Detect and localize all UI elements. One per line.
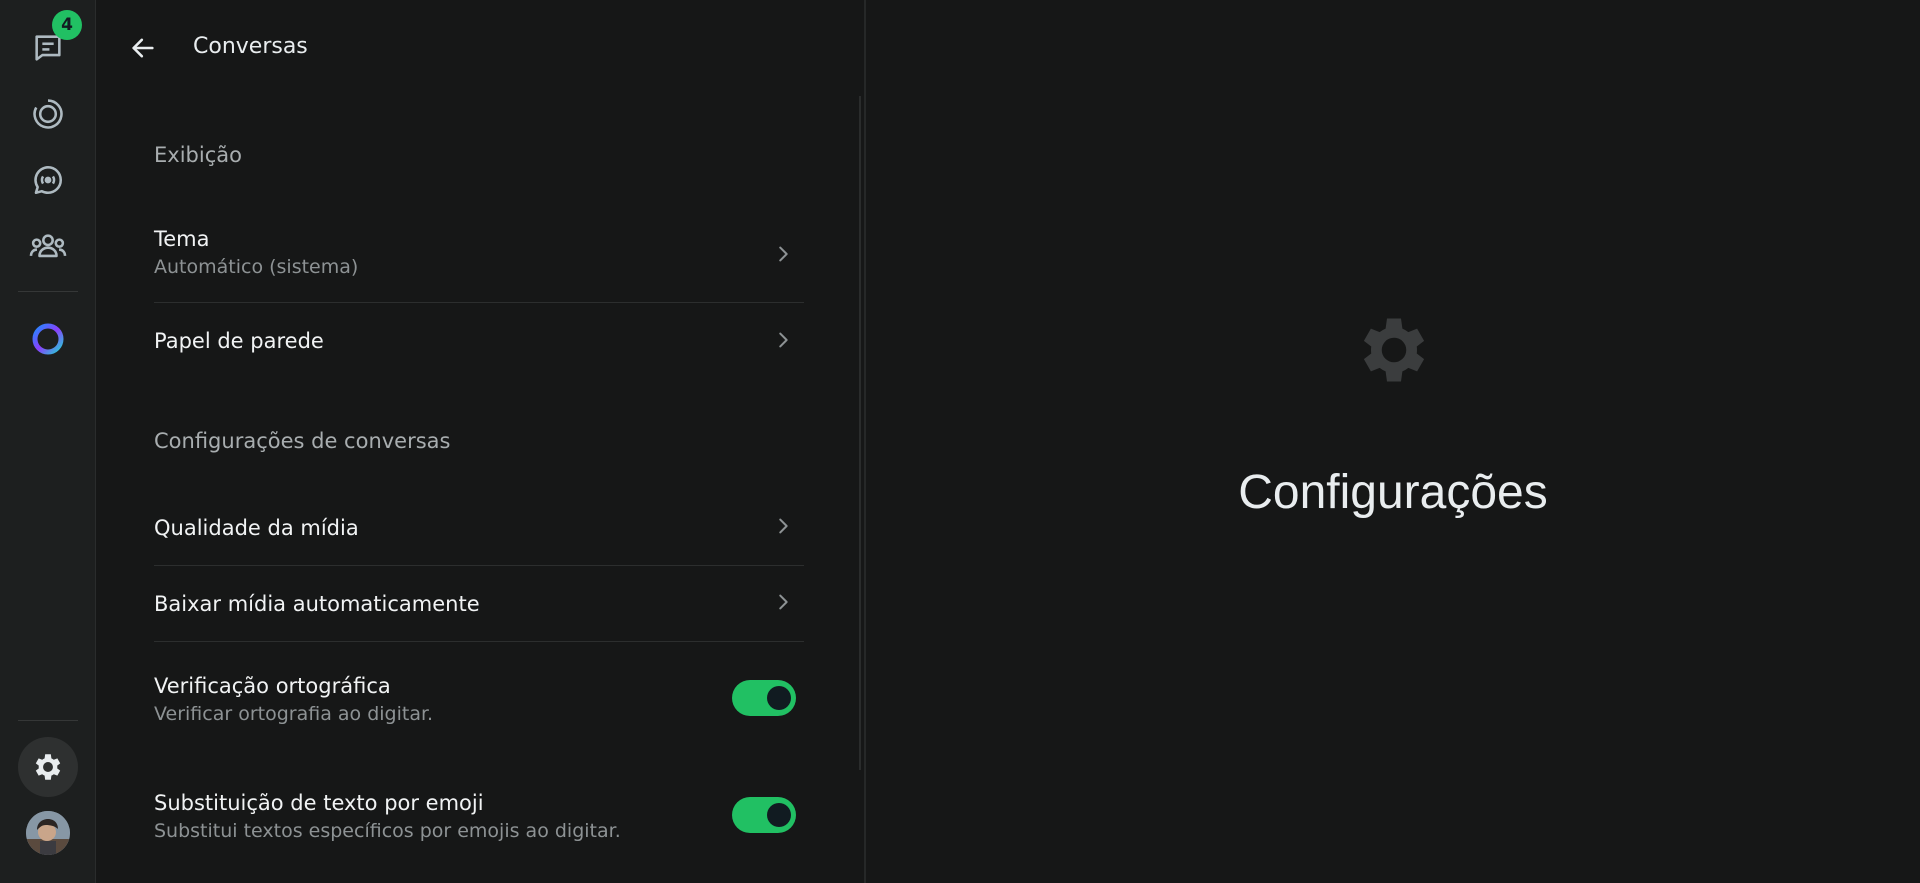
gear-icon bbox=[35, 754, 61, 780]
chevron-right-icon bbox=[779, 246, 788, 262]
placeholder-title: Configurações bbox=[1238, 466, 1548, 519]
communities-icon bbox=[29, 234, 67, 258]
rail-chats-button[interactable]: 4 bbox=[18, 10, 82, 78]
channels-icon bbox=[34, 165, 63, 195]
row-label: Baixar mídia automaticamente bbox=[154, 592, 480, 616]
row-label: Tema bbox=[154, 227, 210, 251]
panel-header: Conversas bbox=[97, 0, 865, 96]
row-papel-de-parede[interactable]: Papel de parede bbox=[154, 328, 804, 358]
spellcheck-toggle[interactable] bbox=[732, 680, 796, 716]
row-qualidade-midia[interactable]: Qualidade da mídia bbox=[154, 515, 804, 545]
row-verificacao-ortografica: Verificação ortográfica Verificar ortogr… bbox=[154, 673, 804, 733]
back-button[interactable] bbox=[121, 28, 165, 68]
arrow-left-icon bbox=[132, 38, 154, 58]
meta-ai-icon bbox=[32, 323, 64, 355]
toggle-knob bbox=[767, 803, 791, 827]
row-baixar-midia[interactable]: Baixar mídia automaticamente bbox=[154, 591, 804, 621]
settings-panel: Conversas Exibição Tema Automático (sist… bbox=[97, 0, 866, 883]
unread-badge: 4 bbox=[52, 10, 82, 40]
section-title-exibicao: Exibição bbox=[154, 143, 242, 167]
row-tema[interactable]: Tema Automático (sistema) bbox=[154, 226, 804, 300]
row-divider bbox=[154, 565, 804, 566]
scrollbar[interactable] bbox=[859, 96, 861, 770]
profile-photo bbox=[26, 811, 70, 855]
emoji-replace-toggle[interactable] bbox=[732, 797, 796, 833]
chevron-right-icon bbox=[779, 332, 788, 348]
chevron-right-icon bbox=[779, 594, 788, 610]
rail-status-button[interactable] bbox=[18, 84, 78, 144]
nav-rail: 4 bbox=[0, 0, 96, 883]
main-placeholder: Configurações bbox=[866, 0, 1920, 883]
row-substituicao-emoji: Substituição de texto por emoji Substitu… bbox=[154, 790, 804, 850]
chevron-right-icon bbox=[779, 518, 788, 534]
row-subtitle: Verificar ortografia ao digitar. bbox=[154, 703, 434, 725]
app-window: 4 Conversas Exibição Tema Automático (si… bbox=[0, 0, 1920, 883]
avatar[interactable] bbox=[26, 811, 70, 855]
section-title-configuracoes-conversas: Configurações de conversas bbox=[154, 429, 451, 453]
row-label: Papel de parede bbox=[154, 329, 324, 353]
rail-divider-bottom bbox=[18, 720, 78, 721]
row-divider bbox=[154, 641, 804, 642]
page-title: Conversas bbox=[193, 34, 308, 59]
rail-communities-button[interactable] bbox=[18, 216, 78, 276]
row-divider bbox=[154, 302, 804, 303]
rail-meta-ai-button[interactable] bbox=[18, 309, 78, 369]
row-label: Qualidade da mídia bbox=[154, 516, 359, 540]
rail-settings-button[interactable] bbox=[18, 737, 78, 797]
row-subtitle: Substitui textos específicos por emojis … bbox=[154, 820, 621, 842]
gear-icon bbox=[1363, 318, 1425, 382]
rail-channels-button[interactable] bbox=[18, 150, 78, 210]
row-subtitle: Automático (sistema) bbox=[154, 256, 359, 278]
row-label: Verificação ortográfica bbox=[154, 674, 391, 698]
toggle-knob bbox=[767, 686, 791, 710]
rail-divider bbox=[18, 291, 78, 292]
row-label: Substituição de texto por emoji bbox=[154, 791, 484, 815]
status-icon bbox=[33, 99, 63, 129]
